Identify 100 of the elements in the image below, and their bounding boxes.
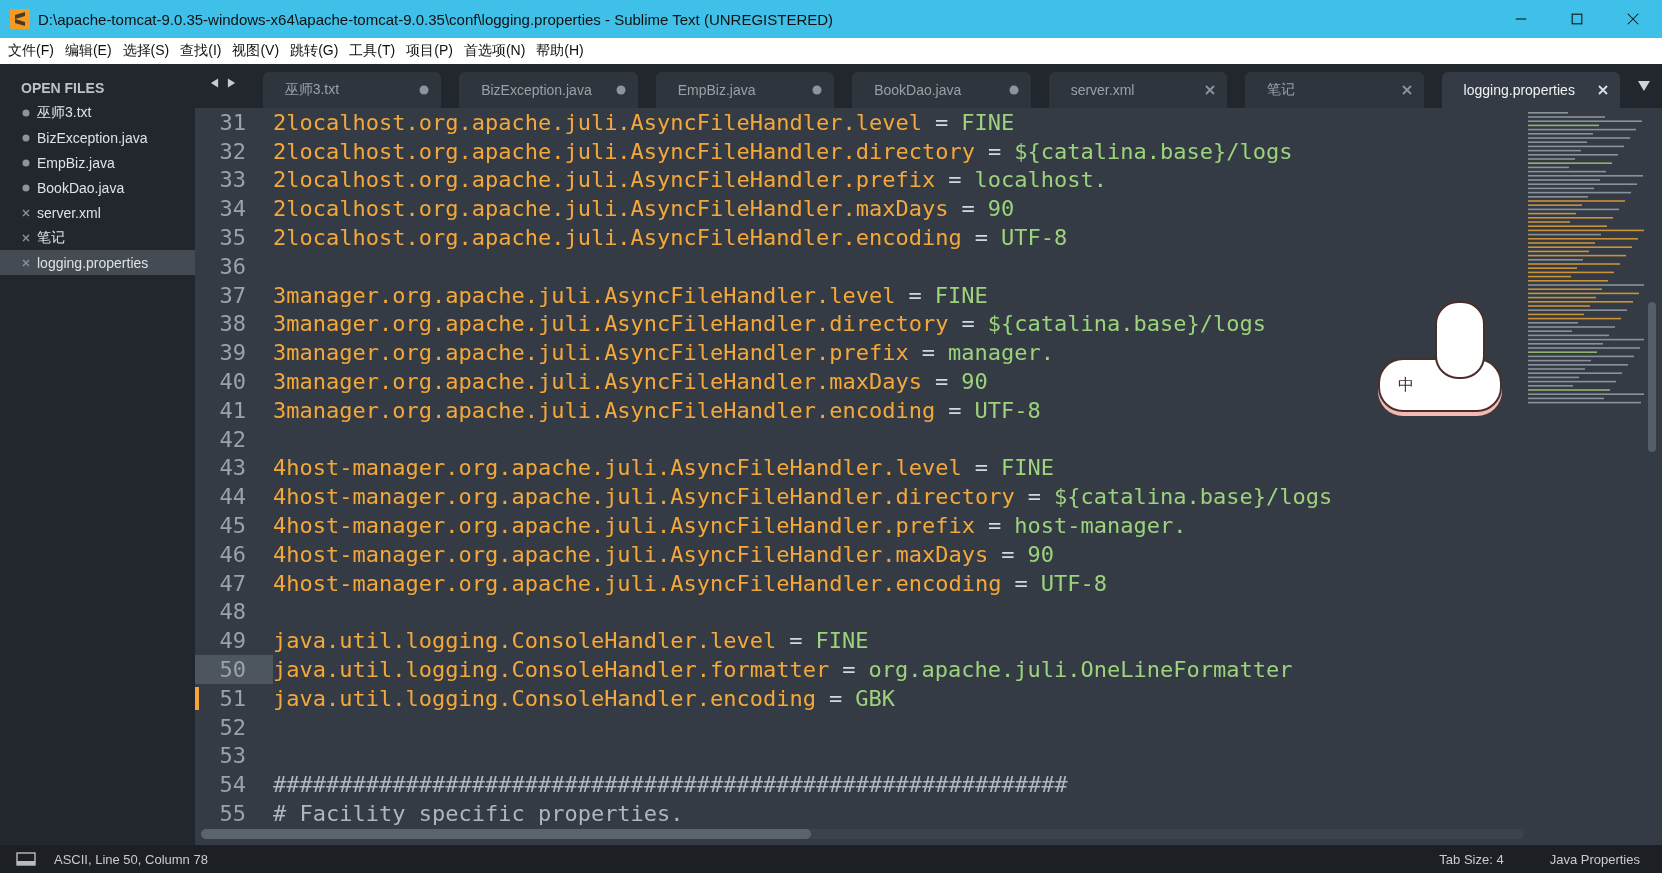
line-number: 32 (219, 138, 246, 164)
right-arrow-icon[interactable] (227, 77, 236, 89)
property-key: 3manager.org.apache.juli.AsyncFileHandler.maxDays (273, 369, 922, 395)
menu-item[interactable]: 视图(V) (232, 42, 280, 60)
close-icon[interactable] (22, 233, 30, 242)
syntax-mode[interactable]: Java Properties (1549, 851, 1640, 867)
menu-item[interactable]: 跳转(G) (290, 42, 339, 60)
file-name: server.xml (37, 204, 101, 221)
equals-sign: = (961, 311, 975, 337)
close-icon[interactable] (22, 208, 30, 217)
property-value: FINE (961, 109, 1015, 135)
file-name: logging.properties (37, 254, 149, 271)
tab-label: BookDao.java (874, 82, 962, 98)
line-number: 33 (219, 167, 246, 193)
property-key: 4host-manager.org.apache.juli.AsyncFileHandler.directory (273, 484, 1015, 510)
property-value: host-manager. (1014, 513, 1187, 539)
line-number: 48 (219, 599, 246, 625)
property-value: ${catalina.base}/logs (1054, 484, 1333, 510)
line-number: 40 (219, 369, 246, 395)
tab[interactable]: 巫师3.txt (262, 72, 442, 108)
menu-item[interactable]: 编辑(E) (64, 42, 112, 60)
comment-text: ############################################################ (273, 772, 1068, 798)
property-key: java.util.logging.ConsoleHandler.encoding (273, 685, 817, 711)
property-key: 2localhost.org.apache.juli.AsyncFileHandler.level (273, 109, 922, 135)
tab[interactable]: BizException.java (459, 72, 638, 108)
property-key: 4host-manager.org.apache.juli.AsyncFileHandler.prefix (273, 513, 975, 539)
property-value: FINE (815, 628, 869, 654)
line-number: 53 (219, 743, 246, 769)
tab[interactable]: BookDao.java (852, 72, 1031, 108)
property-key: 2localhost.org.apache.juli.AsyncFileHandler.maxDays (273, 196, 949, 222)
close-icon[interactable] (1205, 85, 1216, 95)
tab[interactable]: EmpBiz.java (655, 72, 835, 108)
tab-label: 巫师3.txt (284, 81, 340, 99)
property-key: 4host-manager.org.apache.juli.AsyncFileHandler.level (273, 455, 962, 481)
dropdown-icon[interactable] (1638, 80, 1650, 92)
equals-sign: = (1014, 570, 1028, 596)
property-key: java.util.logging.ConsoleHandler.formatter (273, 657, 830, 683)
sidebar-item[interactable]: EmpBiz.java (0, 150, 195, 175)
sidebar-item[interactable]: BizException.java (0, 125, 195, 150)
file-name: 巫师3.txt (37, 103, 92, 122)
equals-sign: = (789, 628, 803, 654)
tab[interactable]: 笔记 (1245, 72, 1424, 108)
sidebar-item[interactable]: server.xml (0, 200, 195, 225)
menu-item[interactable]: 文件(F) (8, 42, 54, 60)
equals-sign: = (842, 657, 856, 683)
line-number: 34 (219, 196, 246, 222)
property-value: GBK (855, 685, 896, 711)
property-value: UTF-8 (974, 397, 1041, 423)
line-number: 44 (219, 484, 246, 510)
line-number: 51 (219, 685, 246, 711)
panel-icon[interactable] (16, 852, 36, 866)
menu-item[interactable]: 工具(T) (349, 42, 396, 60)
modified-marker (195, 686, 199, 710)
vertical-scrollbar[interactable] (1648, 302, 1656, 452)
equals-sign: = (948, 167, 962, 193)
property-value: UTF-8 (1001, 225, 1068, 251)
sidebar-item[interactable]: 笔记 (0, 225, 195, 250)
menu-item[interactable]: 帮助(H) (536, 42, 584, 60)
close-icon[interactable] (1626, 12, 1640, 26)
line-number: 55 (219, 801, 246, 826)
line-number: 38 (219, 311, 246, 337)
equals-sign: = (961, 196, 975, 222)
property-value: FINE (1001, 455, 1054, 481)
menu-item[interactable]: 首选项(N) (463, 42, 526, 60)
line-number: 41 (219, 397, 246, 423)
tab-label: server.xml (1070, 82, 1135, 98)
tab[interactable]: logging.properties (1441, 72, 1621, 108)
file-name: BizException.java (37, 129, 148, 146)
property-key: 3manager.org.apache.juli.AsyncFileHandler.prefix (273, 340, 909, 366)
menu-item[interactable]: 查找(I) (180, 42, 222, 60)
sidebar-item[interactable]: BookDao.java (0, 175, 195, 200)
close-icon[interactable] (1401, 85, 1412, 95)
property-value: 90 (1027, 541, 1054, 567)
line-number: 50 (219, 657, 246, 683)
property-key: 4host-manager.org.apache.juli.AsyncFileHandler.encoding (273, 570, 1002, 596)
line-number: 43 (219, 455, 246, 481)
property-value: org.apache.juli.OneLineFormatter (868, 657, 1293, 683)
tab[interactable]: server.xml (1048, 72, 1228, 108)
file-name: EmpBiz.java (37, 154, 115, 171)
horizontal-scrollbar[interactable] (201, 829, 811, 839)
line-number: 47 (219, 570, 246, 596)
property-key: 2localhost.org.apache.juli.AsyncFileHandler.encoding (273, 225, 962, 251)
property-value: manager. (948, 340, 1054, 366)
maximize-icon[interactable] (1570, 12, 1584, 26)
property-value: FINE (934, 282, 988, 308)
menu-item[interactable]: 选择(S) (122, 42, 170, 60)
tab-size[interactable]: Tab Size: 4 (1439, 851, 1504, 867)
property-key: 3manager.org.apache.juli.AsyncFileHandler.directory (273, 311, 949, 337)
equals-sign: = (1027, 484, 1041, 510)
equals-sign: = (974, 225, 988, 251)
sidebar-item[interactable]: logging.properties (0, 250, 195, 275)
line-number: 54 (219, 772, 246, 798)
equals-sign: = (935, 369, 949, 395)
equals-sign: = (988, 513, 1002, 539)
menu-item[interactable]: 项目(P) (406, 42, 453, 60)
property-key: 3manager.org.apache.juli.AsyncFileHandler.encoding (273, 397, 936, 423)
tab-label: logging.properties (1463, 82, 1575, 98)
sidebar-item[interactable]: 巫师3.txt (0, 100, 195, 125)
left-arrow-icon[interactable] (210, 77, 219, 89)
line-number: 37 (219, 282, 246, 308)
